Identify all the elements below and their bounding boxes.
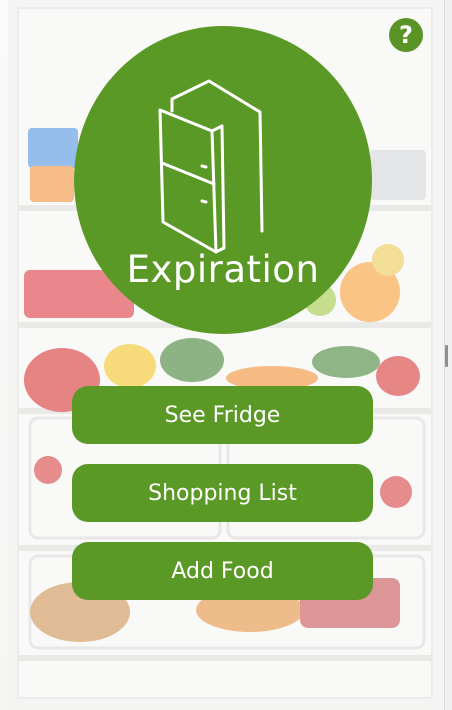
shopping-list-button[interactable]: Shopping List — [72, 464, 373, 522]
logo-title: Expiration — [126, 248, 320, 291]
scrollbar-handle[interactable] — [445, 345, 448, 367]
question-circle-icon: ? — [399, 21, 413, 49]
help-button[interactable]: ? — [389, 18, 423, 52]
see-fridge-button[interactable]: See Fridge — [72, 386, 373, 444]
app-screen: ? Expiration See Fridge Shopping List Ad… — [0, 0, 452, 710]
add-food-button[interactable]: Add Food — [72, 542, 373, 600]
app-logo: Expiration — [74, 26, 372, 334]
main-menu: See Fridge Shopping List Add Food — [72, 386, 373, 620]
